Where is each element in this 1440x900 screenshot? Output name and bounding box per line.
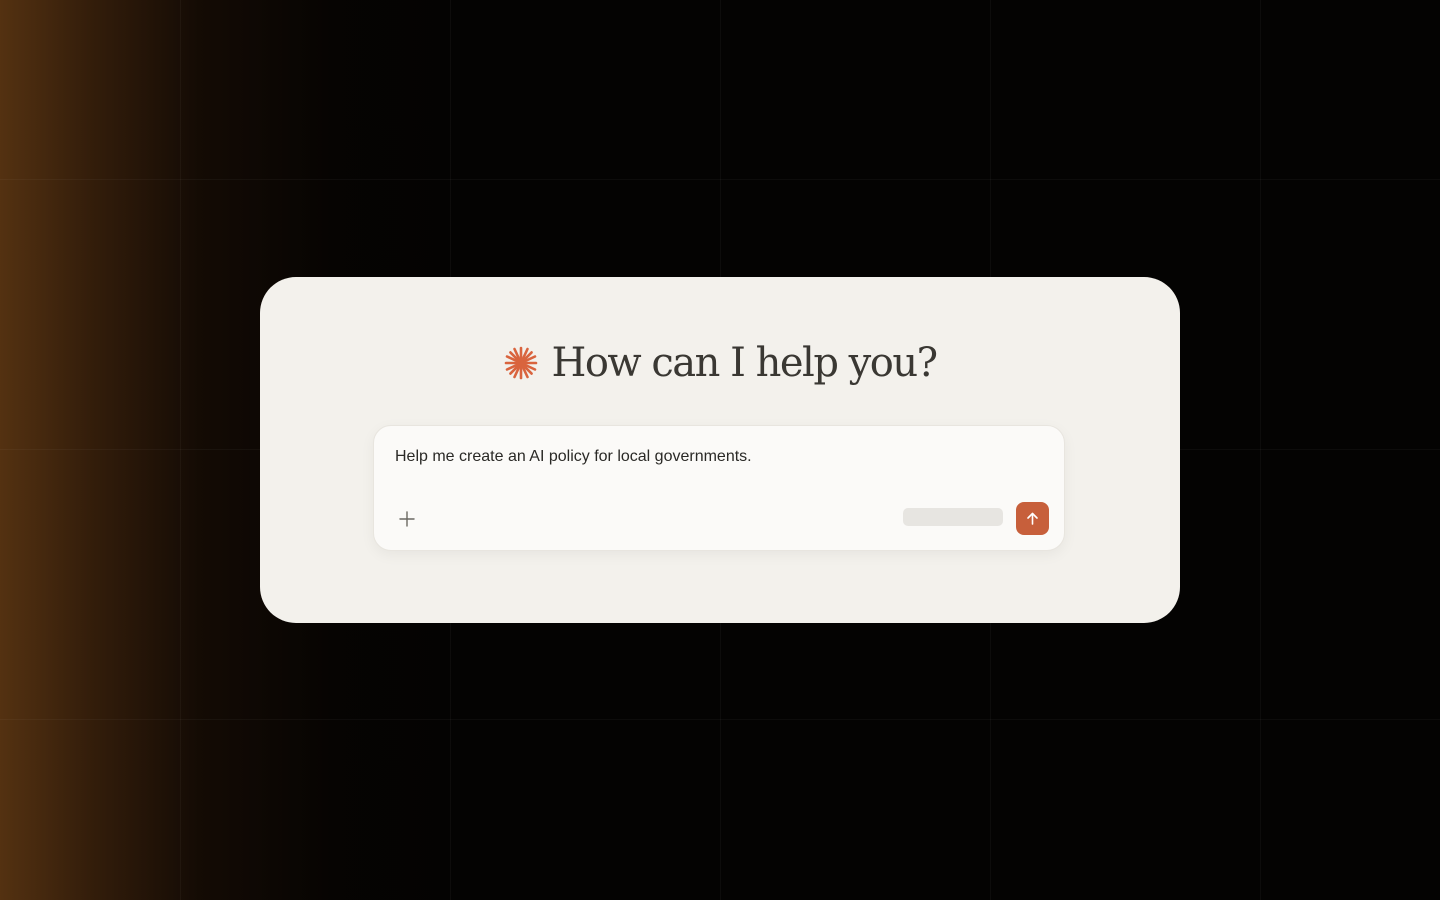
- arrow-up-icon: [1027, 512, 1038, 525]
- attach-button[interactable]: [394, 506, 420, 532]
- message-composer[interactable]: Help me create an AI policy for local go…: [373, 425, 1065, 551]
- model-selector[interactable]: [903, 508, 1003, 526]
- sparkle-asterisk-icon: [505, 346, 538, 380]
- send-button[interactable]: [1016, 502, 1049, 535]
- welcome-card: How can I help you? Help me create an AI…: [260, 277, 1180, 623]
- prompt-input[interactable]: Help me create an AI policy for local go…: [395, 448, 752, 466]
- plus-icon: [399, 511, 415, 527]
- greeting-heading: How can I help you?: [260, 335, 1180, 391]
- page-title: How can I help you?: [551, 340, 938, 386]
